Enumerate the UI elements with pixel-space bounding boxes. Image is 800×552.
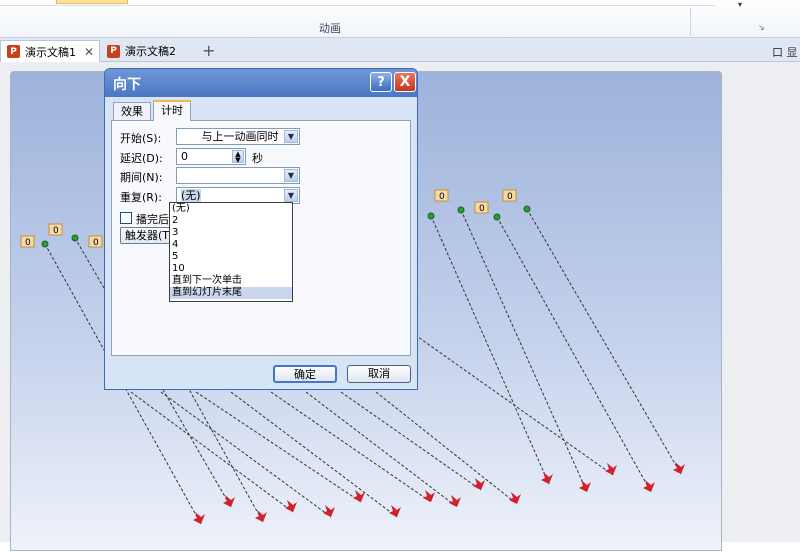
spinner-arrows-icon[interactable]: ▲ ▼ [232,150,244,163]
start-marker-icon[interactable] [457,206,465,214]
motion-path[interactable] [305,391,458,508]
motion-path[interactable] [270,391,432,503]
tab-document-2[interactable]: P 演示文稿2 [101,40,193,62]
end-arrow-icon[interactable] [285,500,297,512]
motion-path[interactable] [526,208,682,475]
repeat-option[interactable]: 5 [170,251,292,263]
tab-label: 演示文稿1 [25,45,76,59]
dialog-launcher-icon[interactable]: ↘ [758,23,767,32]
powerpoint-icon: P [7,45,20,58]
badge-number: 0 [93,238,99,248]
motion-path[interactable] [375,391,518,505]
end-arrow-icon[interactable] [541,472,553,484]
start-marker-icon[interactable] [523,205,531,213]
end-arrow-icon[interactable] [473,478,485,490]
repeat-option[interactable]: 3 [170,227,292,239]
delay-label: 延迟(D): [120,152,163,165]
badge-number: 0 [479,204,485,214]
repeat-option[interactable]: (无) [170,203,292,215]
repeat-label: 重复(R): [120,191,162,204]
document-tab-bar: P 演示文稿1 ✕ P 演示文稿2 + 口 显 [0,38,800,62]
end-arrow-icon[interactable] [509,492,521,504]
badge-number: 0 [53,226,59,236]
motion-path[interactable] [430,215,550,485]
end-arrow-icon[interactable] [223,495,235,507]
motion-path[interactable] [410,331,614,476]
close-icon[interactable]: ✕ [84,45,94,59]
tab-label: 演示文稿2 [125,45,176,58]
ribbon-divider [0,5,715,6]
end-arrow-icon[interactable] [423,490,435,502]
ribbon: ▾ 动画 ↘ [0,0,800,38]
repeat-option[interactable]: 2 [170,215,292,227]
repeat-option-selected[interactable]: 直到幻灯片末尾 [170,287,292,299]
start-marker-icon[interactable] [71,234,79,242]
motion-path[interactable] [460,209,588,493]
repeat-option[interactable]: 4 [170,239,292,251]
period-label: 期间(N): [120,171,163,184]
ok-button[interactable]: 确定 [273,365,337,383]
ribbon-active-highlight [56,0,128,4]
tab-timing[interactable]: 计时 [153,100,191,121]
add-tab-icon[interactable]: + [202,41,215,60]
repeat-option[interactable]: 10 [170,263,292,275]
trigger-button[interactable]: 触发器(T) [120,227,172,244]
repeat-option[interactable]: 直到下一次单击 [170,275,292,287]
end-arrow-icon[interactable] [605,463,617,475]
start-marker-icon[interactable] [427,212,435,220]
powerpoint-icon: P [107,44,120,58]
rewind-checkbox[interactable] [120,212,132,224]
delay-unit: 秒 [252,152,263,165]
dialog-titlebar[interactable]: 向下 ? X [105,69,417,97]
ribbon-group-label: 动画 [319,22,341,35]
tab-effect[interactable]: 效果 [113,102,151,120]
delay-value: 0 [181,150,188,163]
badge-number: 0 [439,192,445,202]
tab-document-1[interactable]: P 演示文稿1 ✕ [0,40,100,62]
period-select[interactable]: ▼ [176,167,300,184]
badge-number: 0 [25,238,31,248]
start-select[interactable]: 与上一动画同时 ▼ [176,128,300,145]
end-arrow-icon[interactable] [579,480,591,492]
dialog-title: 向下 [113,77,141,93]
end-arrow-icon[interactable] [193,512,205,524]
end-arrow-icon[interactable] [449,495,461,507]
delay-spinner[interactable]: 0 ▲ ▼ [176,148,246,165]
end-arrow-icon[interactable] [255,510,267,522]
motion-path[interactable] [130,391,294,513]
start-marker-icon[interactable] [493,213,501,221]
start-label: 开始(S): [120,132,162,145]
chevron-down-icon[interactable]: ▼ [284,130,298,143]
cancel-button[interactable]: 取消 [347,365,411,383]
repeat-options-list: (无) 2 3 4 5 10 直到下一次单击 直到幻灯片末尾 [169,202,293,302]
restore-window-button[interactable]: 口 显 [772,44,798,60]
end-arrow-icon[interactable] [323,505,335,517]
end-arrow-icon[interactable] [643,480,655,492]
motion-path[interactable] [230,391,398,518]
chevron-down-icon[interactable]: ▼ [284,189,298,202]
motion-path[interactable] [496,216,652,493]
motion-path[interactable] [195,391,362,503]
start-value: 与上一动画同时 [201,130,279,143]
start-marker-icon[interactable] [41,240,49,248]
ribbon-separator [690,8,691,36]
ribbon-expand-icon[interactable]: ▾ [738,0,750,9]
repeat-value: (无) [181,189,201,202]
badge-number: 0 [507,192,513,202]
close-button[interactable]: X [394,72,416,92]
chevron-down-icon[interactable]: ▼ [284,169,298,182]
end-arrow-icon[interactable] [389,505,401,517]
end-arrow-icon[interactable] [673,462,685,474]
motion-path[interactable] [340,391,482,491]
help-button[interactable]: ? [370,72,392,92]
